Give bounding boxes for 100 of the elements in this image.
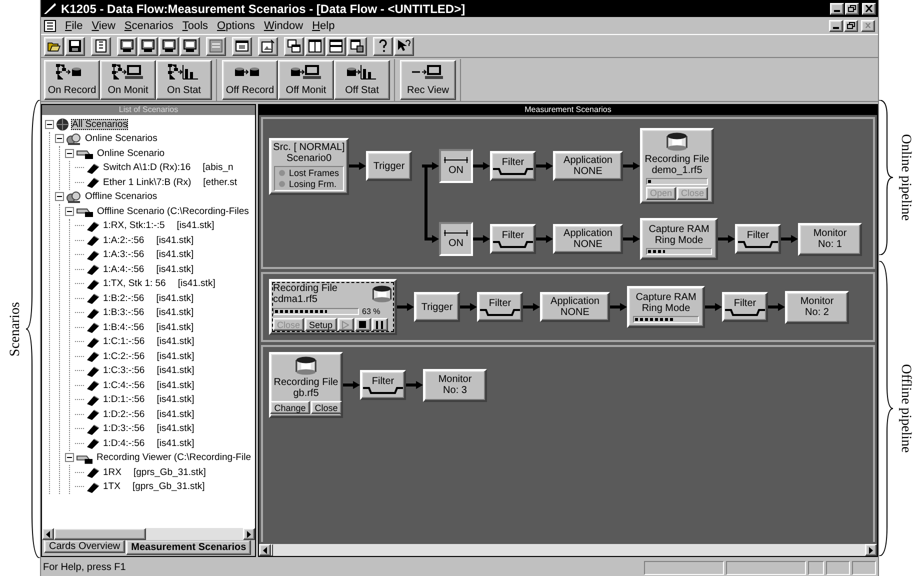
toolbar-button[interactable] xyxy=(326,36,346,56)
tree-item[interactable]: Online Scenarios xyxy=(84,133,158,144)
restore-button[interactable] xyxy=(844,20,858,32)
tree-item[interactable]: 1:D:3:-:56 xyxy=(102,423,146,434)
switch-node[interactable]: ON xyxy=(439,222,473,256)
tab[interactable]: Cards Overview xyxy=(44,540,126,553)
toolbar-button[interactable] xyxy=(44,36,64,56)
file-button[interactable]: Close xyxy=(310,401,342,414)
tree-item[interactable]: 1:RX, Stk:1:-:5 xyxy=(102,220,166,232)
collapse-toggle[interactable] xyxy=(65,148,74,158)
tree-item[interactable]: Offline Scenario (C:\Recording-Files xyxy=(96,206,250,217)
toolbar-button[interactable] xyxy=(305,36,325,56)
scroll-right-button[interactable] xyxy=(865,544,877,556)
monitor-node[interactable]: Monitor No: 2 xyxy=(785,290,849,324)
tree-item[interactable]: 1TX xyxy=(102,481,122,492)
scrollbar-thumb[interactable] xyxy=(271,544,273,556)
monitor-node[interactable]: Monitor No: 1 xyxy=(798,222,862,256)
tree-item[interactable]: Recording Viewer (C:\Recording-File xyxy=(95,452,252,464)
collapse-toggle[interactable] xyxy=(65,453,74,462)
collapse-toggle[interactable] xyxy=(55,192,64,202)
tree-item[interactable]: 1:C:4:-:56 xyxy=(102,380,146,391)
toolbar-button[interactable]: Rec View xyxy=(400,60,456,100)
tree-item[interactable]: Switch A\1:D (Rx):16 xyxy=(102,162,192,174)
collapse-toggle[interactable] xyxy=(65,206,74,216)
tree-item[interactable]: 1:C:2:-:56 xyxy=(102,350,146,362)
minimize-button[interactable] xyxy=(829,20,843,32)
menu-item[interactable]: View xyxy=(92,20,116,32)
filter-node[interactable]: Filter xyxy=(477,292,523,322)
tree-item[interactable]: Offline Scenarios xyxy=(84,191,158,202)
pause-button[interactable] xyxy=(372,318,388,331)
tree-item[interactable]: 1:A:4:-:56 xyxy=(102,264,146,275)
scroll-left-button[interactable] xyxy=(42,528,54,540)
menu-item[interactable]: Help xyxy=(312,20,335,32)
close-button[interactable] xyxy=(861,20,875,32)
tree-item[interactable]: Online Scenario xyxy=(96,148,166,159)
scroll-right-button[interactable] xyxy=(243,528,255,540)
tree-item[interactable]: Ether 1 Link\7:B (Rx) xyxy=(102,176,192,188)
recording-node[interactable]: Recording File gb.rf5 Change Close xyxy=(269,352,343,418)
trigger-node[interactable]: Trigger xyxy=(366,151,412,181)
switch-node[interactable]: ON xyxy=(439,149,473,183)
scroll-left-button[interactable] xyxy=(259,544,271,556)
tree-item[interactable]: 1:TX, Stk 1: 56 xyxy=(102,278,167,290)
scrollbar-thumb[interactable] xyxy=(54,528,146,540)
stop-button[interactable] xyxy=(354,318,371,331)
file-button[interactable]: Change xyxy=(270,401,310,414)
collapse-toggle[interactable] xyxy=(45,120,54,129)
tree-item[interactable]: 1:D:4:-:56 xyxy=(102,438,146,449)
tree-item[interactable]: 1:D:1:-:56 xyxy=(102,394,146,406)
toolbar-button[interactable]: Off Monit xyxy=(278,60,334,100)
tree-item[interactable]: 1:A:2:-:56 xyxy=(102,234,146,246)
filter-node[interactable]: Filter xyxy=(490,224,536,254)
tree-item[interactable]: 1:D:2:-:56 xyxy=(102,408,146,420)
tree-item[interactable]: All Scenarios xyxy=(71,118,128,130)
filter-node[interactable]: Filter xyxy=(722,292,768,322)
menu-item[interactable]: File xyxy=(65,20,83,32)
menu-item[interactable]: Scenarios xyxy=(124,20,174,32)
toolbar-button[interactable] xyxy=(117,36,137,56)
close-button[interactable] xyxy=(862,2,876,14)
tree-item[interactable]: 1:C:3:-:56 xyxy=(102,365,146,376)
tree-item[interactable]: 1:B:4:-:56 xyxy=(102,322,146,333)
tree-item[interactable]: 1RX xyxy=(102,466,122,478)
toolbar-button[interactable] xyxy=(138,36,158,56)
trigger-node[interactable]: Trigger xyxy=(414,292,460,322)
toolbar-button[interactable] xyxy=(91,36,111,56)
toolbar-button[interactable] xyxy=(394,36,414,56)
filter-node[interactable]: Filter xyxy=(360,370,406,400)
toolbar-button[interactable]: Off Record xyxy=(222,60,278,100)
tab[interactable]: Measurement Scenarios xyxy=(126,540,252,555)
toolbar-button[interactable] xyxy=(180,36,200,56)
menu-item[interactable]: Window xyxy=(264,20,304,32)
filter-node[interactable]: Filter xyxy=(735,224,781,254)
toolbar-button[interactable] xyxy=(284,36,304,56)
toolbar-button[interactable]: Off Stat xyxy=(334,60,390,100)
toolbar-button[interactable]: On Monit xyxy=(100,60,156,100)
tree-item[interactable]: 1:A:3:-:56 xyxy=(102,249,146,260)
application-node[interactable]: Application NONE xyxy=(553,224,623,254)
toolbar-button[interactable]: On Stat xyxy=(156,60,212,100)
toolbar-button[interactable] xyxy=(159,36,179,56)
source-node[interactable]: Src. [ NORMAL] Scenario0 Lost Frames Losing Frm. xyxy=(269,138,349,194)
monitor-node[interactable]: Monitor No: 3 xyxy=(423,368,487,402)
toolbar-button[interactable] xyxy=(206,36,226,56)
application-node[interactable]: Application NONE xyxy=(553,151,623,181)
file-button[interactable]: Setup xyxy=(305,318,337,331)
filter-node[interactable]: Filter xyxy=(490,151,536,181)
menu-item[interactable]: Options xyxy=(217,20,255,32)
restore-button[interactable] xyxy=(845,2,859,14)
toolbar-button[interactable] xyxy=(373,36,393,56)
toolbar-button[interactable]: On Record xyxy=(44,60,100,100)
tree-item[interactable]: 1:B:3:-:56 xyxy=(102,307,146,318)
toolbar-button[interactable] xyxy=(258,36,278,56)
application-node[interactable]: Application NONE xyxy=(540,292,610,322)
tree-item[interactable]: 1:B:2:-:56 xyxy=(102,292,146,304)
toolbar-button[interactable] xyxy=(232,36,252,56)
tree-item[interactable]: 1:C:1:-:56 xyxy=(102,336,146,348)
toolbar-button[interactable] xyxy=(65,36,85,56)
capture-node[interactable]: Capture RAM Ring Mode xyxy=(627,286,705,328)
toolbar-button[interactable] xyxy=(347,36,367,56)
collapse-toggle[interactable] xyxy=(55,134,64,144)
menu-item[interactable]: Tools xyxy=(182,20,208,32)
capture-node[interactable]: Capture RAM Ring Mode xyxy=(640,218,718,260)
